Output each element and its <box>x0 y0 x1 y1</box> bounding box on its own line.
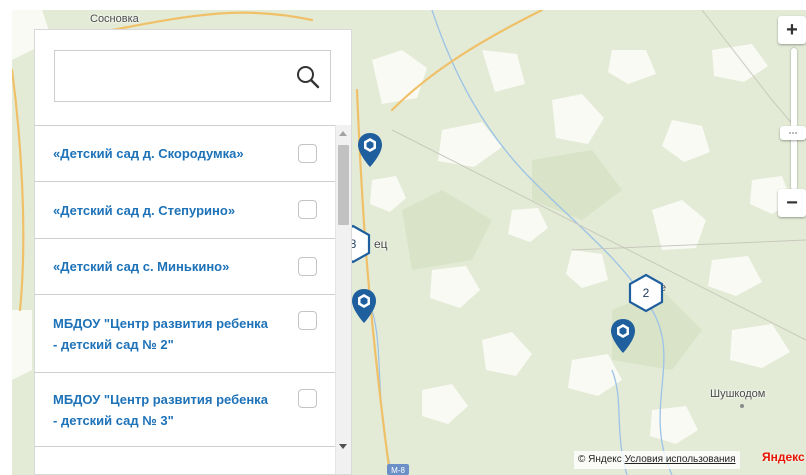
yandex-logo[interactable]: Яндекс <box>762 450 805 464</box>
zoom-slider-handle[interactable] <box>780 126 806 140</box>
list-item-name[interactable]: МБДОУ "Центр развития ребенка - детский … <box>53 313 275 355</box>
list-item-name[interactable]: «Детский сад д. Степурино» <box>53 200 235 221</box>
zoom-slider-track[interactable] <box>791 48 797 190</box>
zoom-in-button[interactable]: + <box>778 16 806 44</box>
map-marker-icon[interactable] <box>610 318 636 354</box>
terms-link[interactable]: Условия использования <box>625 454 736 465</box>
list-item-checkbox[interactable] <box>298 200 317 219</box>
list-item-checkbox[interactable] <box>298 256 317 276</box>
search-icon[interactable] <box>295 64 321 90</box>
list-item[interactable]: «Детский сад д. Степурино» <box>35 182 335 239</box>
list-item-name[interactable]: МБДОУ "Центр развития ребенка - детский … <box>53 389 275 431</box>
copyright-text: © Яндекс <box>578 454 622 465</box>
list-item[interactable]: МБДОУ "Центр развития ребенка - детский … <box>35 295 335 373</box>
grip-icon <box>789 132 797 134</box>
cluster-count: 2 <box>642 286 650 300</box>
road-badge: М-8 <box>391 466 405 475</box>
map-copyright: © Яндекс Условия использования <box>574 451 740 469</box>
zoom-out-button[interactable]: − <box>778 189 806 217</box>
list-item[interactable]: «Детский сад с. Минькино» <box>35 239 335 295</box>
list-item[interactable]: «Детский сад д. Скородумка» <box>35 126 335 182</box>
scroll-up-arrow-icon[interactable] <box>339 131 347 136</box>
list-item[interactable]: МБДОУ "Центр развития ребенка - детский … <box>35 373 335 447</box>
list-item-checkbox[interactable] <box>298 143 317 163</box>
place-label-shushkodom: Шушкодом <box>710 388 766 400</box>
scroll-down-arrow-icon[interactable] <box>339 444 347 449</box>
scrollbar-thumb[interactable] <box>338 145 349 225</box>
organization-list[interactable]: «Детский сад д. Скородумка» «Детский сад… <box>35 125 335 474</box>
list-item-checkbox[interactable] <box>298 389 317 408</box>
search-panel: «Детский сад д. Скородумка» «Детский сад… <box>34 29 352 475</box>
map-marker-icon[interactable] <box>357 132 383 168</box>
list-item-name[interactable]: «Детский сад с. Минькино» <box>53 256 229 277</box>
search-input[interactable] <box>55 51 299 101</box>
cluster-marker[interactable]: 2 <box>626 273 666 313</box>
search-box <box>54 50 331 102</box>
list-item[interactable] <box>35 447 335 474</box>
list-item-checkbox[interactable] <box>298 311 317 330</box>
list-item-name[interactable]: «Детский сад д. Скородумка» <box>53 143 244 164</box>
map-marker-icon[interactable] <box>351 288 377 324</box>
list-scrollbar[interactable] <box>335 125 351 474</box>
place-label-sosnovka: Сосновка <box>90 13 139 25</box>
place-label-partial-ets: ец <box>374 237 388 251</box>
